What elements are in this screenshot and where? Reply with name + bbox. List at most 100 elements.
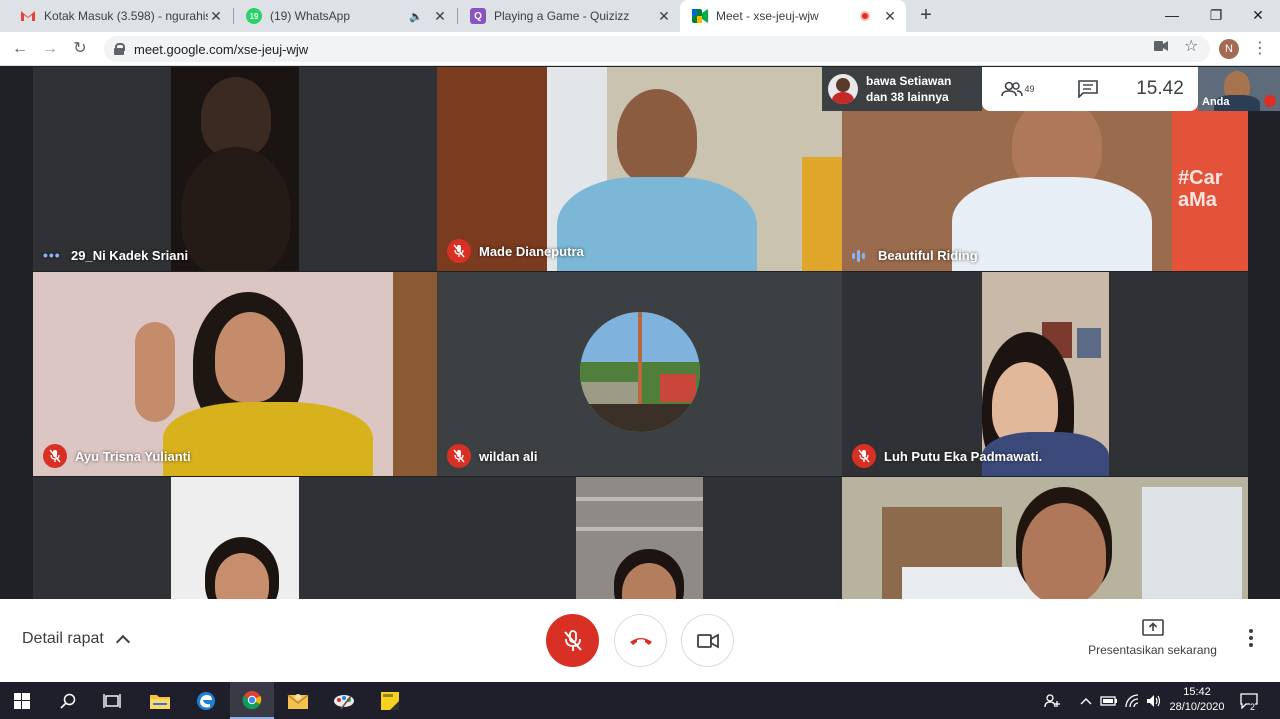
- windows-taskbar: 15:42 28/10/2020 2: [0, 682, 1280, 719]
- participant-tile[interactable]: [842, 477, 1248, 599]
- participant-tile[interactable]: Made Dianeputra: [437, 67, 842, 271]
- video-feed: [576, 477, 703, 599]
- close-tab-icon[interactable]: ✕: [882, 8, 898, 25]
- close-tab-icon[interactable]: ✕: [432, 8, 448, 25]
- reload-button[interactable]: ↻: [68, 38, 92, 60]
- mic-off-icon: [43, 444, 67, 468]
- tab-quizizz[interactable]: Q Playing a Game - Quizizz ✕: [458, 0, 680, 32]
- people-button[interactable]: 49: [982, 67, 1054, 111]
- task-view-icon: [103, 693, 121, 708]
- camera-icon: [696, 632, 719, 649]
- chevron-up-icon: [115, 634, 130, 650]
- volume-icon[interactable]: [1146, 682, 1162, 719]
- chat-button[interactable]: [1054, 67, 1122, 111]
- microphone-toggle-button[interactable]: [546, 614, 599, 667]
- participant-name: Ayu Trisna Yulianti: [75, 448, 191, 464]
- tab-whatsapp[interactable]: 19 (19) WhatsApp 🔈 ✕: [234, 0, 456, 32]
- search-icon: [60, 693, 76, 709]
- close-tab-icon[interactable]: ✕: [208, 8, 224, 25]
- close-window-button[interactable]: ✕: [1236, 0, 1280, 32]
- participant-tile[interactable]: wildan ali: [437, 272, 842, 476]
- search-button[interactable]: [46, 682, 90, 719]
- video-feed: [171, 67, 299, 271]
- address-bar-row: ← → ↻ meet.google.com/xse-jeuj-wjw ☆: [0, 32, 1280, 66]
- meeting-details-button[interactable]: Detail rapat: [22, 630, 130, 650]
- whatsapp-icon: 19: [246, 8, 262, 24]
- mic-off-icon: [563, 629, 582, 651]
- forward-button[interactable]: →: [38, 38, 62, 60]
- hang-up-icon: [629, 637, 652, 645]
- participant-tile[interactable]: [437, 477, 842, 599]
- more-options-icon[interactable]: [1245, 629, 1257, 647]
- bookmark-star-icon[interactable]: ☆: [1184, 36, 1198, 56]
- gmail-icon: [20, 8, 36, 24]
- people-tray-icon[interactable]: [1044, 682, 1060, 719]
- browser-menu-icon[interactable]: ⋮: [1252, 38, 1268, 58]
- task-view-button[interactable]: [90, 682, 134, 719]
- back-button[interactable]: ←: [8, 38, 32, 60]
- participant-tile[interactable]: ••• 29_Ni Kadek Sriani: [33, 67, 437, 271]
- join-notification: bawa Setiawan dan 38 lainnya: [822, 67, 982, 111]
- lock-icon: [114, 43, 125, 55]
- show-hidden-icons-icon[interactable]: [1080, 682, 1092, 719]
- paint-app-button[interactable]: [322, 682, 366, 719]
- participant-name: Beautiful Riding: [878, 248, 978, 263]
- paint-icon: [334, 694, 354, 709]
- edge-button[interactable]: [184, 682, 228, 719]
- chrome-icon: [242, 690, 262, 709]
- profile-avatar[interactable]: N: [1219, 39, 1239, 59]
- sticky-notes-icon: [381, 691, 399, 710]
- maximize-button[interactable]: ❐: [1194, 0, 1238, 32]
- browser-tab-strip: Kotak Masuk (3.598) - ngurahisw ✕ 19 (19…: [0, 0, 1280, 32]
- participant-name: 29_Ni Kadek Sriani: [71, 247, 189, 263]
- action-center-icon: [1240, 692, 1258, 709]
- sticky-notes-button[interactable]: [368, 682, 412, 719]
- camera-in-use-icon[interactable]: [1154, 38, 1168, 54]
- avatar: [828, 74, 858, 104]
- mic-off-icon: [447, 239, 471, 263]
- camera-toggle-button[interactable]: [681, 614, 734, 667]
- participant-avatar: [580, 312, 700, 432]
- tab-gmail[interactable]: Kotak Masuk (3.598) - ngurahisw ✕: [8, 0, 232, 32]
- participant-tile[interactable]: [33, 477, 437, 599]
- chat-icon: [1078, 80, 1098, 98]
- mic-off-icon: [852, 444, 876, 468]
- close-tab-icon[interactable]: ✕: [656, 8, 672, 25]
- video-feed: [393, 272, 437, 476]
- battery-icon[interactable]: [1100, 682, 1118, 719]
- file-explorer-button[interactable]: [138, 682, 182, 719]
- edge-icon: [197, 691, 215, 710]
- chrome-button[interactable]: [230, 682, 274, 719]
- notifications-button[interactable]: 2: [1240, 682, 1258, 719]
- video-grid: ••• 29_Ni Kadek Sriani Made Dianeputra #…: [0, 67, 1280, 599]
- participant-tile[interactable]: Ayu Trisna Yulianti: [33, 272, 437, 476]
- video-feed: #Car aMa: [1172, 107, 1248, 271]
- mail-app-icon: [287, 693, 309, 709]
- meeting-controls-bar: Detail rapat Presentasikan sekarang: [0, 599, 1280, 682]
- start-button[interactable]: [0, 682, 44, 719]
- participant-name: Luh Putu Eka Padmawati.: [884, 448, 1043, 464]
- tab-meet[interactable]: Meet - xse-jeuj-wjw ✕: [680, 0, 906, 32]
- participant-tile[interactable]: Luh Putu Eka Padmawati.: [842, 272, 1248, 476]
- mic-off-icon: [1264, 95, 1276, 107]
- video-feed: [1142, 487, 1242, 599]
- leave-call-button[interactable]: [614, 614, 667, 667]
- mail-app-button[interactable]: [276, 682, 320, 719]
- mic-off-icon: [447, 444, 471, 468]
- present-screen-icon: [1141, 619, 1164, 636]
- minimize-button[interactable]: —: [1150, 0, 1194, 32]
- active-speaker-dots-icon: •••: [43, 247, 61, 263]
- wifi-icon[interactable]: [1124, 682, 1140, 719]
- meet-icon: [692, 8, 708, 24]
- participant-name: wildan ali: [479, 448, 538, 464]
- meeting-info-box: 49 15.42: [982, 67, 1198, 111]
- video-feed: [171, 477, 299, 599]
- system-clock[interactable]: 15:42 28/10/2020: [1166, 685, 1228, 715]
- present-now-button[interactable]: Presentasikan sekarang: [1080, 619, 1225, 657]
- url-field[interactable]: meet.google.com/xse-jeuj-wjw: [104, 36, 1210, 62]
- new-tab-button[interactable]: +: [914, 4, 938, 28]
- speaker-icon[interactable]: 🔈: [408, 10, 424, 23]
- self-view-tile[interactable]: Anda: [1198, 67, 1280, 111]
- windows-logo-icon: [14, 692, 30, 709]
- audio-level-icon: [852, 249, 874, 262]
